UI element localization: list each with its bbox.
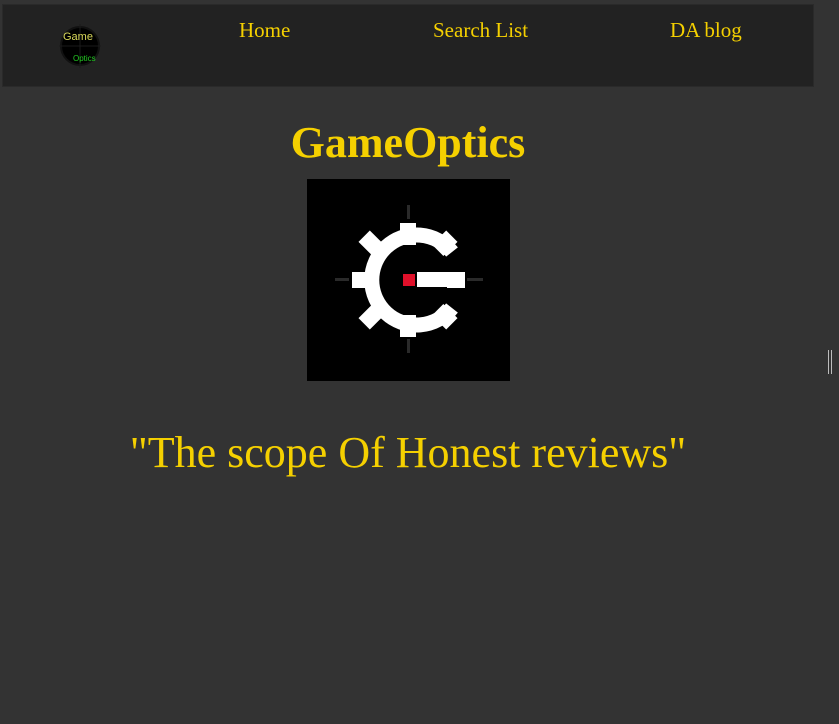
nav-logo-text-game: Game xyxy=(63,31,93,43)
crosshair-scope-icon: Game Optics xyxy=(59,24,101,68)
gear-crosshair-icon xyxy=(307,179,510,381)
nav-link-da-blog[interactable]: DA blog xyxy=(670,17,742,43)
resize-handle-icon[interactable] xyxy=(827,350,833,374)
nav-link-search-list[interactable]: Search List xyxy=(433,17,528,43)
top-navbar: Game Optics Home Search List DA blog xyxy=(3,5,813,86)
page-title: GameOptics xyxy=(290,118,526,167)
nav-link-home[interactable]: Home xyxy=(239,17,290,43)
gameoptics-nav-logo[interactable]: Game Optics xyxy=(57,14,103,78)
tagline: "The scope Of Honest reviews" xyxy=(129,428,687,477)
nav-logo-text-optics: Optics xyxy=(73,54,96,63)
